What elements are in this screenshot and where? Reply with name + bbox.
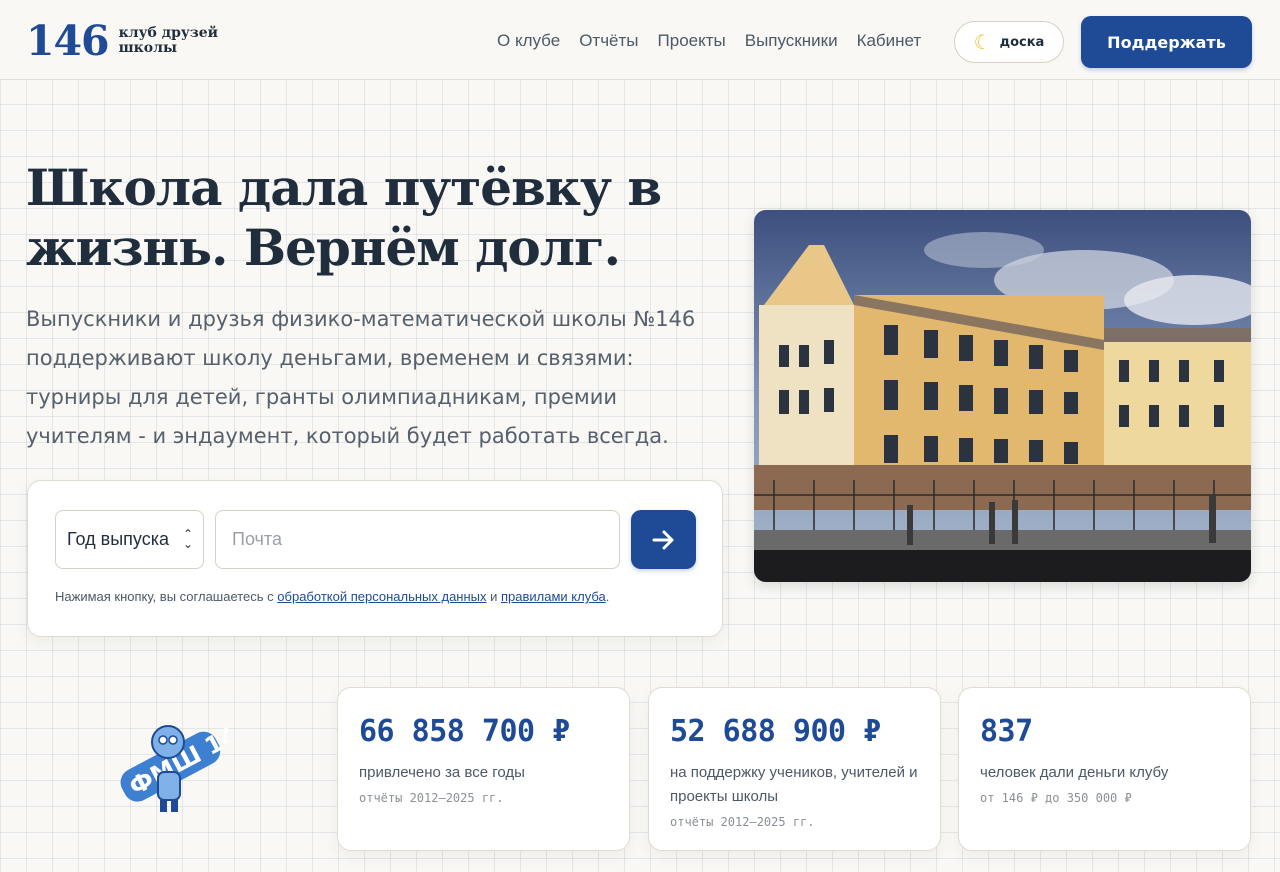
nav-link-reports[interactable]: Отчёты	[579, 30, 638, 52]
stat-note: отчёты 2012–2025 гг.	[670, 815, 815, 829]
consent-text: Нажимая кнопку, вы соглашаетесь с обрабо…	[55, 589, 609, 604]
stat-card-spent: 52 688 900 ₽ на поддержку учеников, учит…	[648, 687, 941, 851]
stat-value: 66 858 700 ₽	[359, 714, 570, 749]
logo[interactable]: 146 клуб друзей школы	[26, 18, 239, 64]
nav-link-projects[interactable]: Проекты	[658, 30, 726, 52]
consent-prefix: Нажимая кнопку, вы соглашаетесь с	[55, 589, 278, 604]
nav-link-account[interactable]: Кабинет	[857, 30, 922, 52]
hero-subtitle: Выпускники и друзья физико-математическо…	[26, 307, 696, 448]
logo-text: клуб друзей школы	[118, 25, 219, 56]
stat-note: от 146 ₽ до 350 000 ₽	[980, 791, 1132, 805]
stat-label: на поддержку учеников, учителей и проект…	[670, 764, 918, 805]
submit-button[interactable]	[631, 510, 696, 569]
theme-toggle-label: доска	[999, 34, 1045, 50]
graduation-year-select[interactable]: Год выпуска ⌃ ⌄	[55, 510, 204, 569]
consent-middle: и	[486, 589, 502, 604]
stat-label: привлечено за все годы	[359, 764, 525, 781]
stat-value: 837	[980, 714, 1033, 749]
arrow-right-icon	[652, 530, 673, 549]
nav-link-about[interactable]: О клубе	[497, 30, 560, 52]
mascot-logo: ФМШ 146	[110, 710, 258, 818]
club-rules-link[interactable]: правилами клуба	[501, 589, 606, 604]
consent-suffix: .	[605, 589, 610, 604]
school-photo	[754, 210, 1251, 582]
nav-link-alumni[interactable]: Выпускники	[745, 30, 838, 52]
stat-value: 52 688 900 ₽	[670, 714, 881, 749]
fmsh-mascot-icon: ФМШ 146	[120, 713, 258, 812]
support-button[interactable]: Поддержать	[1081, 16, 1252, 68]
stat-label: человек дали деньги клубу	[980, 764, 1169, 781]
site-header: 146 клуб друзей школы О клубе Отчёты Про…	[0, 0, 1280, 80]
chevron-updown-icon: ⌃ ⌄	[182, 527, 193, 551]
hero-title: Школа дала путёвку в жизнь. Вернём долг.	[26, 158, 662, 277]
stat-card-donors: 837 человек дали деньги клубу от 146 ₽ д…	[958, 687, 1251, 851]
email-field[interactable]	[215, 510, 620, 569]
privacy-policy-link[interactable]: обработкой персональных данных	[277, 589, 486, 604]
graduation-year-value: Год выпуска	[67, 529, 169, 549]
main-nav: О клубе Отчёты Проекты Выпускники Кабине…	[497, 30, 940, 52]
signup-form-card: Год выпуска ⌃⌄ Нажимая кнопку, вы соглаш…	[27, 480, 723, 637]
moon-icon: ☾	[973, 30, 992, 54]
stat-note: отчёты 2012–2025 гг.	[359, 791, 504, 805]
logo-number: 146	[26, 17, 110, 65]
theme-toggle-button[interactable]: ☾ доска	[954, 21, 1064, 63]
stat-card-raised: 66 858 700 ₽ привлечено за все годы отчё…	[337, 687, 630, 851]
school-building-image	[754, 210, 1251, 582]
